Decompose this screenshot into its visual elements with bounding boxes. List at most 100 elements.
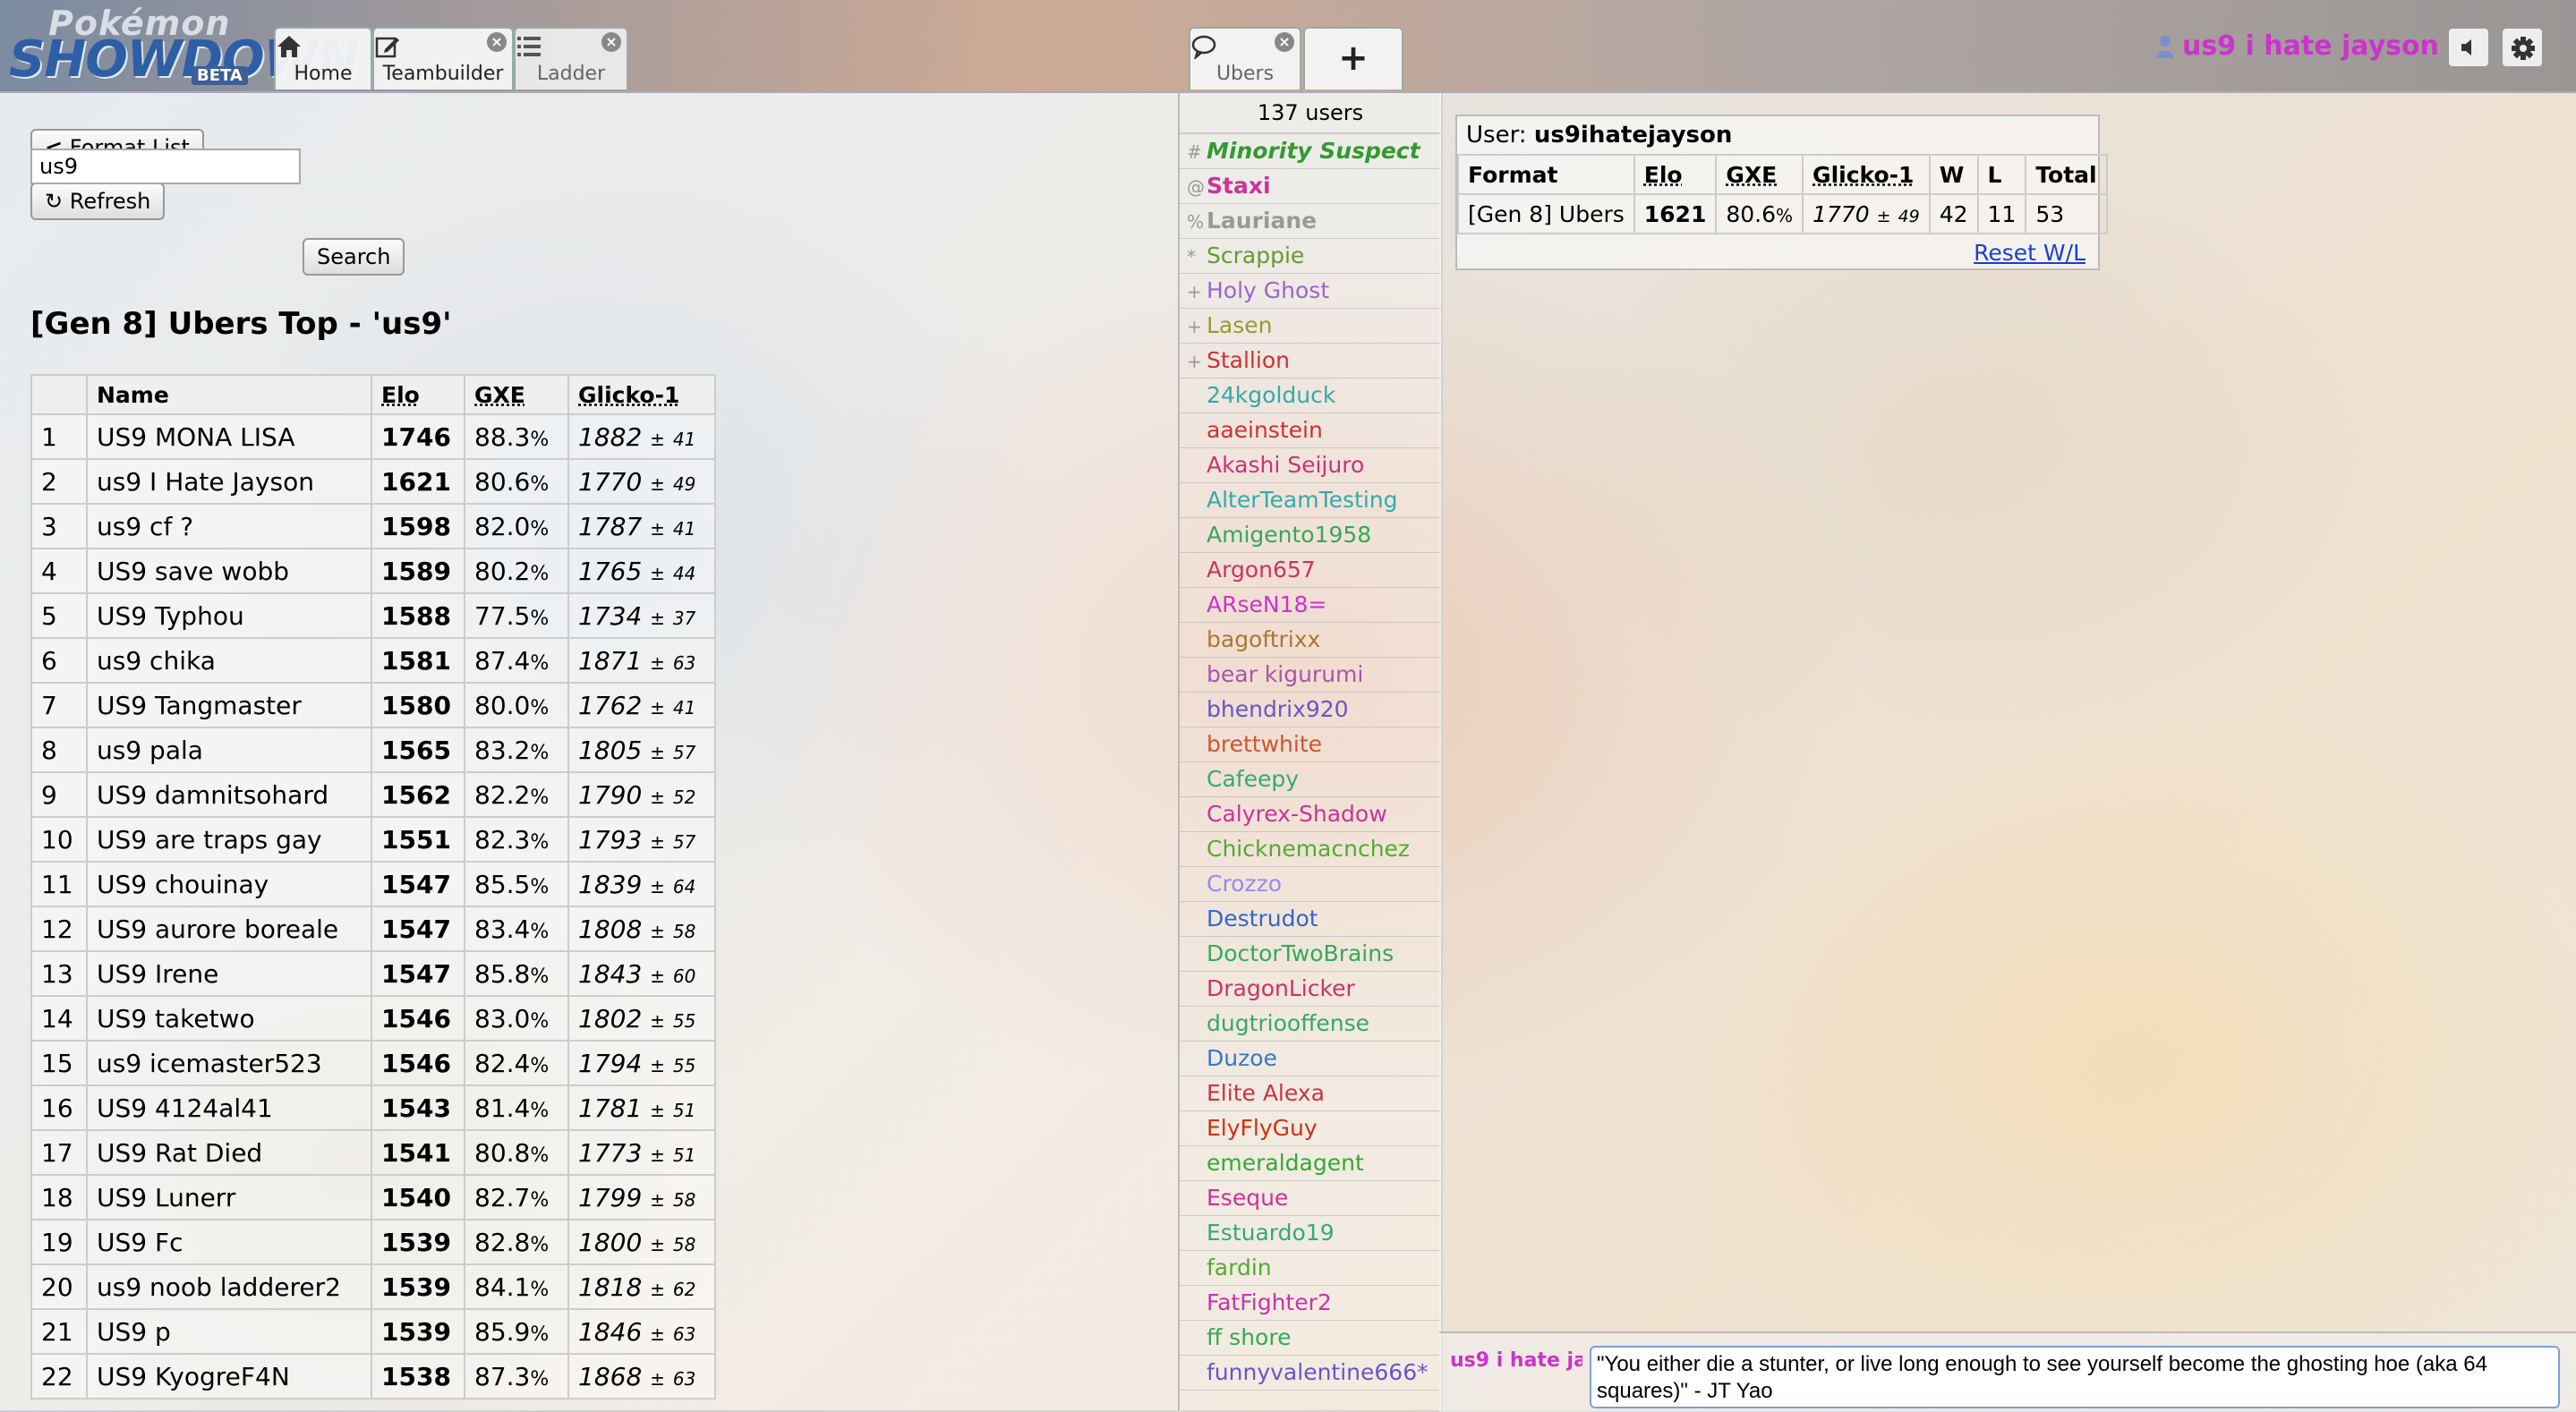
row-elo: 1581 xyxy=(371,637,465,684)
userlist-item[interactable]: brettwhite xyxy=(1180,727,1441,762)
userlist-item[interactable]: dugtriooffense xyxy=(1180,1007,1441,1042)
row-glicko-pm: ± xyxy=(650,1099,665,1121)
row-gxe: 82.0% xyxy=(464,503,569,549)
row-name[interactable]: us9 chika xyxy=(86,637,372,684)
user-name: emeraldagent xyxy=(1207,1150,1364,1176)
row-name[interactable]: US9 KyogreF4N xyxy=(86,1353,372,1399)
row-gxe-value: 83.0 xyxy=(474,1003,531,1033)
row-name[interactable]: US9 Lunerr xyxy=(86,1174,372,1221)
userlist-item[interactable]: Eseque xyxy=(1180,1181,1441,1216)
userlist-item[interactable]: Chicknemacnchez xyxy=(1180,832,1441,867)
row-rank: 21 xyxy=(30,1308,88,1355)
current-username[interactable]: us9 i hate jayson xyxy=(2182,30,2439,62)
table-row: 1 US9 MONA LISA 1746 88.3% 1882 ± 41 xyxy=(30,413,716,460)
userlist-item[interactable]: funnyvalentine666* xyxy=(1180,1356,1441,1391)
userlist-item[interactable]: Elite Alexa xyxy=(1180,1076,1441,1111)
tab-home[interactable]: Home xyxy=(274,27,372,89)
row-name[interactable]: US9 Typhou xyxy=(86,592,372,639)
userlist-item[interactable]: FatFighter2 xyxy=(1180,1286,1441,1321)
userlist-item[interactable]: * Scrappie xyxy=(1180,239,1441,274)
close-icon[interactable]: × xyxy=(1275,32,1294,52)
userlist-item[interactable]: @Staxi xyxy=(1180,169,1441,204)
reset-wl-link[interactable]: Reset W/L xyxy=(1974,240,2086,266)
sound-button[interactable] xyxy=(2447,27,2490,68)
new-room-button[interactable]: + xyxy=(1303,27,1403,89)
row-name[interactable]: US9 Tangmaster xyxy=(86,682,372,728)
userlist-item[interactable]: + Stallion xyxy=(1180,344,1441,379)
row-name[interactable]: US9 damnitsohard xyxy=(86,771,372,818)
options-button[interactable] xyxy=(2501,27,2544,68)
row-name[interactable]: US9 p xyxy=(86,1308,372,1355)
row-name[interactable]: US9 Irene xyxy=(86,950,372,997)
userlist-item[interactable]: ElyFlyGuy xyxy=(1180,1111,1441,1146)
table-row: 2 us9 I Hate Jayson 1621 80.6% 1770 ± 49 xyxy=(30,458,716,505)
userlist: 137 users # Minority Suspect @Staxi% Lauria… xyxy=(1178,93,1443,1410)
row-name[interactable]: US9 aurore boreale xyxy=(86,906,372,952)
user-name: DoctorTwoBrains xyxy=(1207,940,1395,966)
user-name: Akashi Seijuro xyxy=(1207,452,1365,478)
row-name[interactable]: us9 icemaster523 xyxy=(86,1040,372,1086)
user-name: ElyFlyGuy xyxy=(1207,1115,1318,1141)
row-name[interactable]: US9 save wobb xyxy=(86,548,372,594)
userlist-item[interactable]: Amigento1958 xyxy=(1180,518,1441,553)
pokemon-showdown-logo[interactable]: Pokémon SHOWDOWN BETA xyxy=(7,4,360,89)
tab-room-ubers[interactable]: Ubers × xyxy=(1189,27,1301,89)
userlist-item[interactable]: % Lauriane xyxy=(1180,204,1441,239)
userlist-item[interactable]: emeraldagent xyxy=(1180,1146,1441,1181)
userlist-item[interactable]: + Holy Ghost xyxy=(1180,274,1441,309)
userlist-item[interactable]: aaeinstein xyxy=(1180,413,1441,448)
row-glicko-pm: ± xyxy=(650,920,665,942)
row-rank: 17 xyxy=(30,1129,88,1176)
row-name[interactable]: US9 4124al41 xyxy=(86,1085,372,1131)
row-name[interactable]: US9 chouinay xyxy=(86,861,372,907)
row-glicko-value: 1808 xyxy=(578,914,643,944)
userlist-item[interactable]: # Minority Suspect xyxy=(1180,134,1441,169)
gear-icon xyxy=(2511,36,2536,61)
row-name[interactable]: us9 pala xyxy=(86,727,372,773)
userlist-item[interactable]: Duzoe xyxy=(1180,1042,1441,1076)
row-name[interactable]: us9 cf ? xyxy=(86,503,372,549)
refresh-button[interactable]: ↻ Refresh xyxy=(30,183,166,220)
tab-teambuilder[interactable]: Teambuilder × xyxy=(372,27,514,89)
userlist-item[interactable]: DoctorTwoBrains xyxy=(1180,937,1441,972)
row-name[interactable]: US9 Fc xyxy=(86,1219,372,1265)
userlist-item[interactable]: bagoftrixx xyxy=(1180,623,1441,658)
user-name: Scrappie xyxy=(1207,242,1305,268)
row-name[interactable]: US9 MONA LISA xyxy=(86,413,372,460)
userlist-item[interactable]: ARseN18= xyxy=(1180,588,1441,623)
row-glicko-dev: 49 xyxy=(672,472,696,495)
row-glicko-value: 1794 xyxy=(578,1048,643,1078)
userlist-item[interactable]: + Lasen xyxy=(1180,309,1441,344)
userlist-item[interactable]: Cafeepy xyxy=(1180,762,1441,797)
user-name: Holy Ghost xyxy=(1207,277,1330,303)
userlist-item[interactable]: Akashi Seijuro xyxy=(1180,448,1441,483)
userlist-item[interactable]: Estuardo19 xyxy=(1180,1216,1441,1251)
userlist-item[interactable]: Argon657 xyxy=(1180,553,1441,588)
user-name: Calyrex-Shadow xyxy=(1207,801,1387,827)
userlist-item[interactable]: Crozzo xyxy=(1180,867,1441,902)
close-icon[interactable]: × xyxy=(487,32,507,52)
row-gxe: 82.4% xyxy=(464,1040,569,1086)
userlist-item[interactable]: fardin xyxy=(1180,1251,1441,1286)
userlist-item[interactable]: 24kgolduck xyxy=(1180,379,1441,413)
userlist-item[interactable]: DragonLicker xyxy=(1180,972,1441,1007)
tab-room-ubers-label: Ubers xyxy=(1215,63,1275,85)
userlist-item[interactable]: ff shore xyxy=(1180,1321,1441,1356)
search-button[interactable]: Search xyxy=(303,238,405,276)
row-name[interactable]: US9 Rat Died xyxy=(86,1129,372,1176)
search-input[interactable] xyxy=(30,149,301,184)
row-name[interactable]: us9 noob ladderer2 xyxy=(86,1263,372,1310)
close-icon[interactable]: × xyxy=(601,32,621,52)
userlist-item[interactable]: bhendrix920 xyxy=(1180,693,1441,727)
userlist-item[interactable]: Destrudot xyxy=(1180,902,1441,937)
row-gxe: 77.5% xyxy=(464,592,569,639)
row-name[interactable]: US9 are traps gay xyxy=(86,816,372,863)
tab-ladder[interactable]: Ladder × xyxy=(514,27,628,89)
chat-message-input[interactable]: "You either die a stunter, or live long … xyxy=(1590,1346,2560,1408)
row-name[interactable]: US9 taketwo xyxy=(86,995,372,1042)
userlist-item[interactable]: Calyrex-Shadow xyxy=(1180,797,1441,832)
row-name[interactable]: us9 I Hate Jayson xyxy=(86,458,372,505)
userlist-item[interactable]: AlterTeamTesting xyxy=(1180,483,1441,518)
userlist-item[interactable]: bear kigurumi xyxy=(1180,658,1441,693)
user-rank-symbol: + xyxy=(1187,281,1202,302)
